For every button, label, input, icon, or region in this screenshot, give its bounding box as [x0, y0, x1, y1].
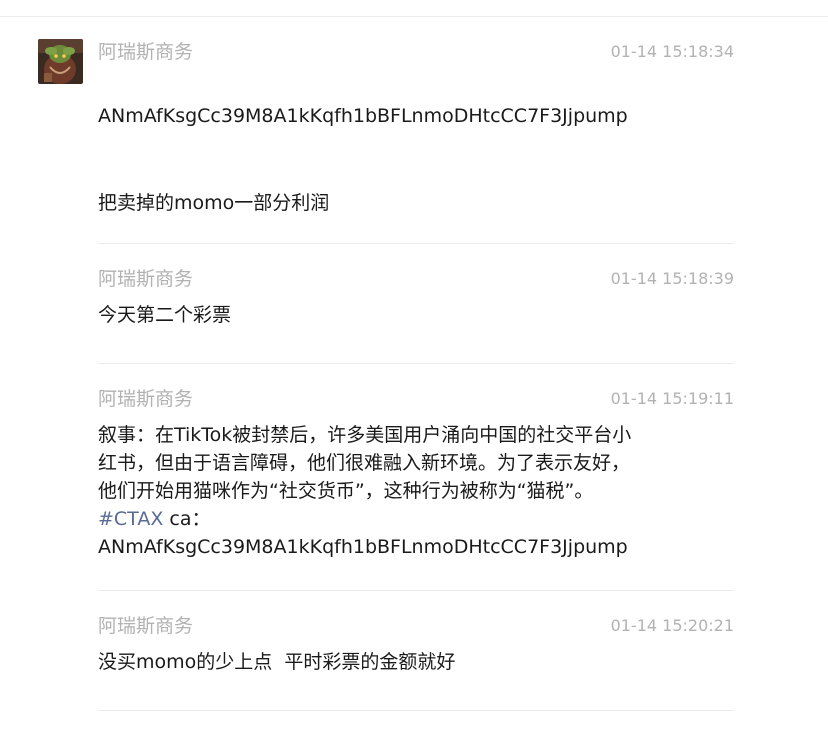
message-line: 红书，但由于语言障碍，他们很难融入新环境。为了表示友好， [98, 452, 631, 474]
message-divider [98, 363, 734, 364]
sender-name[interactable]: 阿瑞斯商务 [98, 386, 193, 412]
sender-name[interactable]: 阿瑞斯商务 [98, 266, 193, 292]
message-time: 01-14 15:19:11 [610, 389, 734, 408]
avatar-image [38, 39, 83, 84]
message-time: 01-14 15:18:34 [610, 42, 734, 61]
message-line: ANmAfKsgCc39M8A1kKqfh1bBFLnmoDHtcCC7F3Jj… [98, 536, 628, 558]
message-time: 01-14 15:20:21 [610, 616, 734, 635]
sender-name[interactable]: 阿瑞斯商务 [98, 613, 193, 639]
message-line: 他们开始用猫咪作为“社交货币”，这种行为被称为“猫税”。 [98, 480, 594, 502]
message-line: 把卖掉的momo一部分利润 [98, 192, 330, 214]
message-divider [98, 710, 734, 711]
message-line: 今天第二个彩票 [98, 304, 232, 326]
hashtag-suffix: ca： [163, 508, 211, 530]
message-line: #CTAX ca： [98, 505, 210, 533]
message-divider [98, 243, 734, 244]
top-divider [0, 16, 828, 17]
message-item: 阿瑞斯商务 01-14 15:18:34 ANmAfKsgCc39M8A1kKq… [98, 39, 734, 214]
message-divider [98, 590, 734, 591]
message-item: 阿瑞斯商务 01-14 15:18:39 今天第二个彩票 [98, 266, 734, 336]
message-line: 叙事：在TikTok被封禁后，许多美国用户涌向中国的社交平台小 [98, 424, 632, 446]
message-line: 没买momo的少上点 平时彩票的金额就好 [98, 651, 456, 673]
message-line: ANmAfKsgCc39M8A1kKqfh1bBFLnmoDHtcCC7F3Jj… [98, 105, 628, 127]
message-item: 阿瑞斯商务 01-14 15:19:11 叙事：在TikTok被封禁后，许多美国… [98, 386, 734, 576]
message-item: 阿瑞斯商务 01-14 15:20:21 没买momo的少上点 平时彩票的金额就… [98, 613, 734, 683]
message-time: 01-14 15:18:39 [610, 269, 734, 288]
avatar[interactable] [38, 39, 83, 84]
sender-name[interactable]: 阿瑞斯商务 [98, 39, 193, 65]
hashtag-link[interactable]: #CTAX [98, 508, 163, 530]
